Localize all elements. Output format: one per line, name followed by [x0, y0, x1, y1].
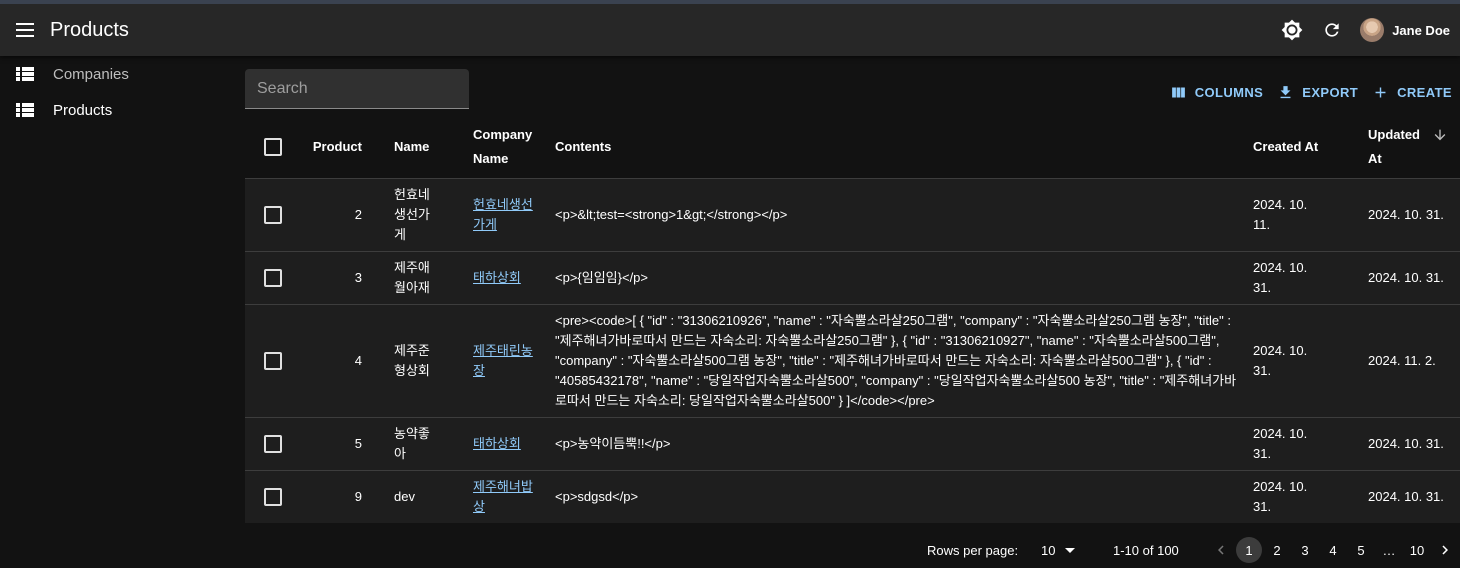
company-link[interactable]: 태하상회: [473, 436, 521, 451]
contents-cell: <pre><code>[ { "id" : "31306210926", "na…: [555, 303, 1253, 417]
avatar: [1360, 18, 1385, 42]
page-buttons: 1 2 3 4 5 … 10: [1208, 537, 1460, 563]
page-button[interactable]: 2: [1264, 537, 1290, 563]
next-page-button[interactable]: [1432, 537, 1458, 563]
company-link[interactable]: 제주해녀밥상: [473, 479, 533, 514]
column-header-updated-at[interactable]: Updated At: [1341, 117, 1460, 178]
chevron-down-icon: [1065, 547, 1076, 553]
page-title: Products: [50, 18, 129, 41]
product-id-cell: 2: [301, 177, 376, 251]
table-row[interactable]: 5 농약좋아 태하상회 <p>농약이듬뿍!!</p> 2024. 10. 31.…: [245, 416, 1460, 470]
table-row[interactable]: 9 dev 제주해녀밥상 <p>sdgsd</p> 2024. 10. 31. …: [245, 469, 1460, 523]
page-button[interactable]: 4: [1320, 537, 1346, 563]
page-button[interactable]: 10: [1404, 537, 1430, 563]
data-grid: Product Name Company Name Contents Creat…: [245, 117, 1460, 523]
created-at-cell: 2024. 10. 31.: [1253, 303, 1341, 417]
sidebar-item-companies[interactable]: Companies: [0, 56, 230, 92]
list-icon: [16, 67, 34, 81]
list-icon: [16, 103, 34, 117]
create-button[interactable]: CREATE: [1372, 84, 1452, 101]
table-row[interactable]: 2 헌효네생선가게 헌효네생선가게 <p>&lt;test=<strong>1&…: [245, 177, 1460, 251]
name-cell: 제주애월아재: [376, 250, 455, 304]
plus-icon: [1375, 87, 1386, 98]
search-box: [245, 69, 469, 109]
created-at-cell: 2024. 10. 11.: [1253, 177, 1341, 251]
row-checkbox[interactable]: [264, 351, 282, 370]
theme-toggle-icon[interactable]: [1272, 10, 1312, 50]
contents-cell: <p>sdgsd</p>: [555, 469, 1253, 523]
export-button[interactable]: EXPORT: [1277, 84, 1358, 101]
row-checkbox[interactable]: [264, 487, 282, 506]
table-row[interactable]: 4 제주준형상회 제주태린농장 <pre><code>[ { "id" : "3…: [245, 303, 1460, 417]
row-checkbox[interactable]: [264, 205, 282, 224]
user-menu[interactable]: Jane Doe: [1360, 18, 1450, 42]
name-cell: 헌효네생선가게: [376, 177, 455, 251]
updated-at-cell: 2024. 10. 31.: [1341, 469, 1460, 523]
company-link[interactable]: 제주태린농장: [473, 343, 533, 378]
updated-at-cell: 2024. 11. 2.: [1341, 303, 1460, 417]
search-input[interactable]: [257, 79, 464, 98]
product-id-cell: 9: [301, 469, 376, 523]
created-at-cell: 2024. 10. 31.: [1253, 469, 1341, 523]
contents-cell: <p>{임임임}</p>: [555, 250, 1253, 304]
sort-descending-icon[interactable]: [1432, 127, 1448, 143]
name-cell: dev: [376, 469, 455, 523]
column-header-company-name[interactable]: Company Name: [455, 117, 555, 178]
created-at-cell: 2024. 10. 31.: [1253, 416, 1341, 470]
company-link[interactable]: 헌효네생선가게: [473, 197, 533, 232]
page-range: 1-10 of 100: [1113, 542, 1179, 558]
column-header-name[interactable]: Name: [376, 117, 455, 178]
menu-icon[interactable]: [0, 4, 50, 56]
columns-icon: [1171, 87, 1185, 98]
columns-button[interactable]: COLUMNS: [1170, 84, 1264, 101]
company-link[interactable]: 태하상회: [473, 270, 521, 285]
page-button[interactable]: 1: [1236, 537, 1262, 563]
created-at-cell: 2024. 10. 31.: [1253, 250, 1341, 304]
page-button[interactable]: 3: [1292, 537, 1318, 563]
previous-page-button[interactable]: [1208, 537, 1234, 563]
column-header-created-at[interactable]: Created At: [1253, 117, 1341, 178]
rows-per-page-label: Rows per page:: [927, 542, 1019, 558]
column-header-contents[interactable]: Contents: [555, 117, 1253, 178]
app-bar: Products Jane Doe: [0, 0, 1460, 56]
chevron-right-icon: [1442, 545, 1448, 555]
pagination: Rows per page: 10 1-10 of 100 1 2 3 4 5 …: [0, 536, 1460, 564]
table-row[interactable]: 3 제주애월아재 태하상회 <p>{임임임}</p> 2024. 10. 31.…: [245, 250, 1460, 304]
product-id-cell: 5: [301, 416, 376, 470]
product-id-cell: 3: [301, 250, 376, 304]
table-toolbar: COLUMNS EXPORT CREATE: [1170, 84, 1460, 101]
sidebar-item-products[interactable]: Products: [0, 92, 230, 128]
select-all-checkbox[interactable]: [264, 138, 282, 157]
refresh-icon[interactable]: [1312, 10, 1352, 50]
name-cell: 제주준형상회: [376, 303, 455, 417]
download-icon: [1280, 86, 1291, 99]
product-id-cell: 4: [301, 303, 376, 417]
sidebar-item-label: Companies: [53, 65, 129, 83]
sidebar: Companies Products: [0, 56, 230, 568]
contents-cell: <p>&lt;test=<strong>1&gt;</strong></p>: [555, 177, 1253, 251]
updated-at-cell: 2024. 10. 31.: [1341, 177, 1460, 251]
row-checkbox[interactable]: [264, 268, 282, 287]
row-checkbox[interactable]: [264, 434, 282, 453]
page-ellipsis: …: [1382, 542, 1396, 558]
updated-at-cell: 2024. 10. 31.: [1341, 250, 1460, 304]
column-header-product[interactable]: Product: [301, 117, 376, 178]
name-cell: 농약좋아: [376, 416, 455, 470]
chevron-left-icon: [1218, 545, 1224, 555]
contents-cell: <p>농약이듬뿍!!</p>: [555, 416, 1253, 470]
rows-per-page-select[interactable]: 10: [1041, 543, 1076, 558]
updated-at-cell: 2024. 10. 31.: [1341, 416, 1460, 470]
table-header-row: Product Name Company Name Contents Creat…: [245, 117, 1460, 178]
user-name: Jane Doe: [1392, 22, 1450, 38]
page-button[interactable]: 5: [1348, 537, 1374, 563]
sidebar-item-label: Products: [53, 101, 113, 119]
